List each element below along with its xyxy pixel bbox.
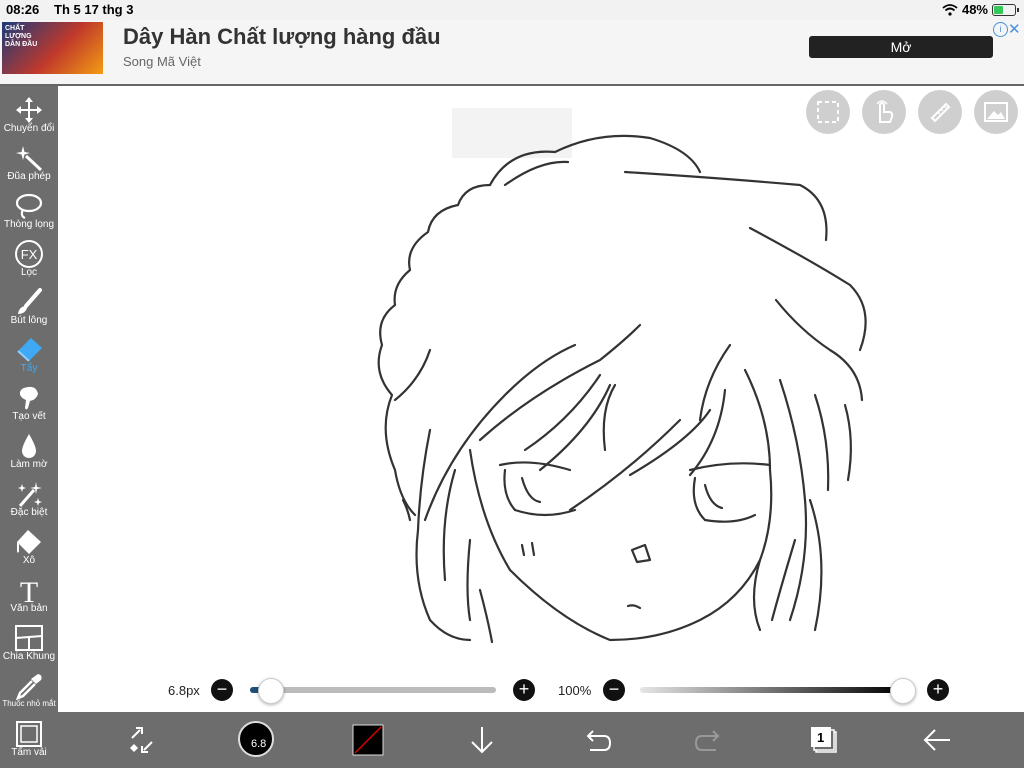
ruler-icon	[930, 102, 951, 123]
size-increase-button[interactable]: +	[513, 679, 535, 701]
opacity-decrease-button[interactable]: −	[603, 679, 625, 701]
swap-brush-eraser-icon	[130, 727, 153, 753]
touch-button[interactable]	[862, 90, 906, 134]
selection-button[interactable]	[806, 90, 850, 134]
opacity-slider-knob[interactable]	[890, 678, 916, 704]
brush-size-label: 6.8	[251, 738, 267, 750]
opacity-slider-track[interactable]	[640, 687, 902, 693]
layers-count: 1	[817, 730, 825, 745]
color-black-icon	[352, 724, 384, 756]
opacity-value: 100%	[558, 683, 592, 698]
undo-button[interactable]	[578, 722, 614, 758]
size-decrease-button[interactable]: −	[211, 679, 233, 701]
brush-size-preview[interactable]: 6.8	[237, 720, 275, 758]
brush-size-value: 6.8px	[168, 683, 200, 698]
undo-icon	[586, 730, 612, 751]
layers-button[interactable]: 1	[806, 722, 842, 758]
swap-tools-button[interactable]	[124, 722, 160, 758]
redo-icon	[694, 730, 720, 751]
bottom-toolbar: 6.8 1	[58, 712, 1024, 768]
size-slider-track[interactable]	[250, 687, 496, 693]
opacity-increase-button[interactable]: +	[927, 679, 949, 701]
image-button[interactable]	[974, 90, 1018, 134]
download-button[interactable]	[464, 722, 500, 758]
back-button[interactable]	[920, 722, 956, 758]
arrow-left-icon	[923, 729, 950, 751]
arrow-down-icon	[471, 727, 493, 754]
redo-button[interactable]	[692, 722, 728, 758]
hand-touch-icon	[876, 100, 894, 123]
image-icon	[984, 102, 1008, 122]
size-slider-knob[interactable]	[257, 678, 284, 704]
selection-dashed-icon	[817, 101, 839, 123]
color-swatch[interactable]	[352, 724, 384, 756]
ruler-button[interactable]	[918, 90, 962, 134]
